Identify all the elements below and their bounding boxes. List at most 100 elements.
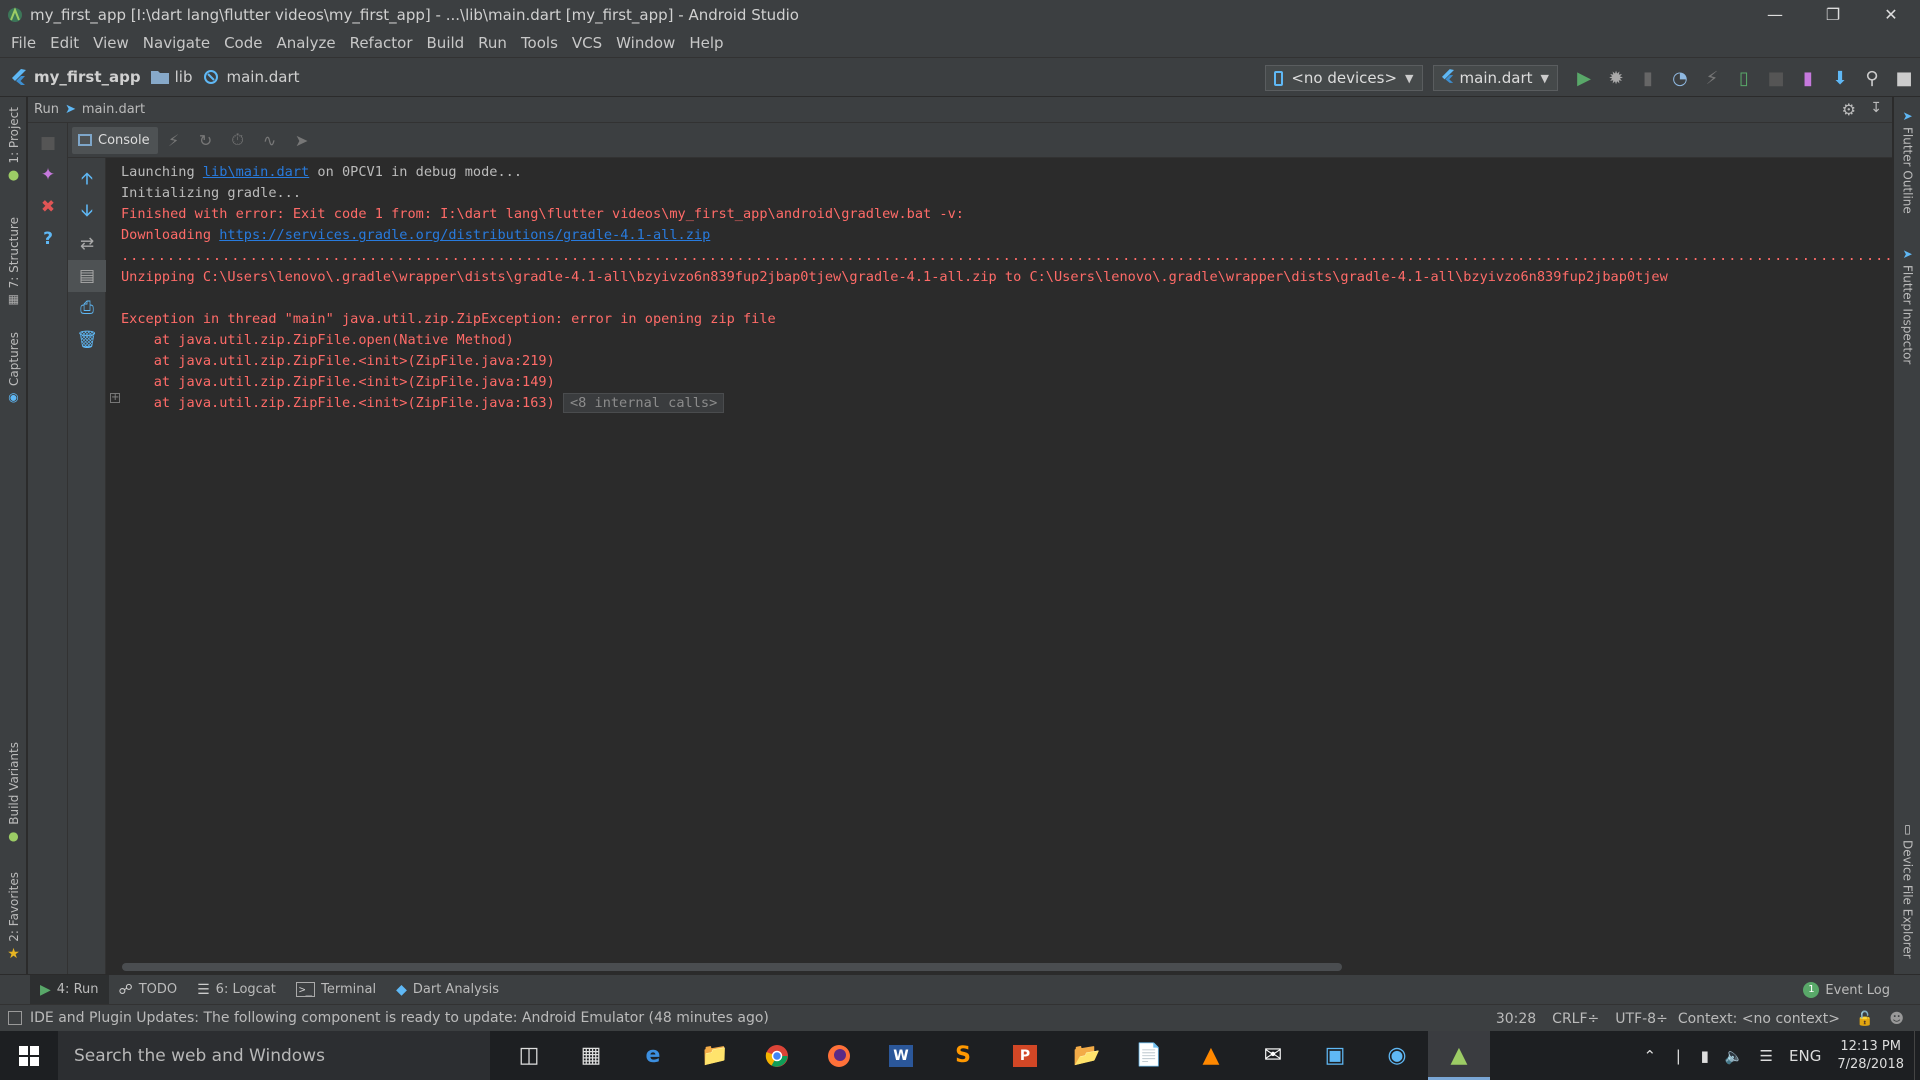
sublime-icon[interactable]: S [932, 1031, 994, 1080]
firefox-icon[interactable] [808, 1031, 870, 1080]
sdk-manager-icon[interactable]: ⬇ [1824, 63, 1856, 93]
context-indicator[interactable]: Context: <no context> [1678, 1011, 1840, 1027]
menu-code[interactable]: Code [217, 29, 269, 57]
expand-fold-icon[interactable]: + [110, 393, 120, 403]
hide-panel-icon[interactable]: ↧ [1870, 100, 1882, 116]
breadcrumb-lib[interactable]: lib [150, 68, 192, 86]
tab-structure[interactable]: 7: Structure ▦ [0, 217, 27, 306]
timer-icon[interactable]: ⏱ [222, 127, 254, 154]
arrow-down-icon[interactable]: 🡫 [68, 196, 106, 228]
hot-restart-icon[interactable]: ↻ [190, 127, 222, 154]
user-icon[interactable]: ■ [1888, 63, 1920, 93]
run-config-selector[interactable]: main.dart ▼ [1432, 65, 1558, 91]
breadcrumb-file[interactable]: main.dart [202, 68, 300, 86]
lock-icon[interactable]: 🔓 [1856, 1011, 1873, 1027]
mail-icon[interactable]: ✉ [1242, 1031, 1304, 1080]
folder-icon[interactable]: 📂 [1056, 1031, 1118, 1080]
notifications-icon[interactable]: ☰ [1760, 1047, 1773, 1065]
close-button[interactable]: ✕ [1862, 0, 1920, 29]
tab-captures[interactable]: Captures ◉ [0, 332, 27, 404]
soft-wrap-icon[interactable]: ⇄ [68, 228, 106, 260]
menu-refactor[interactable]: Refactor [343, 29, 420, 57]
caret-position[interactable]: 30:28 [1496, 1011, 1536, 1027]
windows-start-button[interactable] [0, 1031, 58, 1080]
arrow-up-icon[interactable]: 🡩 [68, 164, 106, 196]
language-indicator[interactable]: ENG [1789, 1047, 1821, 1065]
run-icon[interactable]: ▶ [1568, 63, 1600, 93]
trash-icon[interactable]: 🗑 [68, 324, 106, 356]
line-separator[interactable]: CRLF÷ [1552, 1011, 1599, 1027]
menu-run[interactable]: Run [471, 29, 514, 57]
print-icon[interactable]: ⎙ [68, 292, 106, 324]
apply-changes-icon[interactable]: ▯ [1728, 63, 1760, 93]
search-icon[interactable]: ⚲ [1856, 63, 1888, 93]
tab-run[interactable]: ▶ 4: Run [30, 974, 109, 1005]
coverage-icon[interactable]: ▮ [1632, 63, 1664, 93]
hector-icon[interactable]: ☻ [1889, 1011, 1904, 1027]
hot-reload-icon[interactable]: ⚡ [158, 127, 190, 154]
task-view-icon[interactable]: ◫ [498, 1031, 560, 1080]
tab-device-file-explorer[interactable]: ▯ Device File Explorer [1894, 822, 1920, 959]
profile-icon[interactable]: ◔ [1664, 63, 1696, 93]
help-icon[interactable]: ? [28, 223, 68, 255]
tab-flutter-inspector[interactable]: ➤ Flutter Inspector [1894, 247, 1920, 364]
menu-view[interactable]: View [86, 29, 136, 57]
show-desktop-button[interactable] [1914, 1031, 1920, 1080]
vlc-icon[interactable]: ▲ [1180, 1031, 1242, 1080]
word-icon[interactable]: W [870, 1031, 932, 1080]
scroll-to-end-icon[interactable]: ▤ [68, 260, 106, 292]
stop-icon[interactable]: ■ [28, 127, 68, 159]
menu-analyze[interactable]: Analyze [269, 29, 342, 57]
folded-internal-calls[interactable]: <8 internal calls> [562, 393, 725, 413]
tab-todo[interactable]: ☍ TODO [109, 975, 188, 1005]
tab-project[interactable]: 1: Project ● [0, 107, 27, 183]
menu-window[interactable]: Window [609, 29, 682, 57]
edge-icon[interactable]: e [622, 1031, 684, 1080]
horizontal-scrollbar[interactable] [122, 963, 1342, 971]
store-icon[interactable]: ▦ [560, 1031, 622, 1080]
status-message[interactable]: IDE and Plugin Updates: The following co… [30, 1010, 769, 1026]
file-encoding[interactable]: UTF-8÷ [1615, 1011, 1668, 1027]
battery-icon[interactable]: ▮ [1701, 1047, 1709, 1065]
run-config-name[interactable]: main.dart [82, 102, 145, 117]
avd-manager-icon[interactable]: ▮ [1792, 63, 1824, 93]
file-link[interactable]: lib\main.dart [203, 164, 309, 180]
taskbar-clock[interactable]: 12:13 PM 7/28/2018 [1837, 1038, 1904, 1074]
tab-terminal[interactable]: >_ Terminal [286, 975, 386, 1005]
download-link[interactable]: https://services.gradle.org/distribution… [219, 227, 710, 243]
hot-reload-icon[interactable]: ⚡ [1696, 63, 1728, 93]
menu-edit[interactable]: Edit [43, 29, 86, 57]
close-icon[interactable]: ✖ [28, 191, 68, 223]
menu-tools[interactable]: Tools [514, 29, 565, 57]
status-toggle-icon[interactable] [8, 1011, 22, 1025]
restore-button[interactable]: ❐ [1804, 0, 1862, 29]
menu-file[interactable]: File [4, 29, 43, 57]
debug-icon[interactable]: ✹ [1600, 63, 1632, 93]
performance-icon[interactable]: ∿ [254, 127, 286, 154]
tab-logcat[interactable]: ☰ 6: Logcat [187, 975, 286, 1005]
breadcrumb-project[interactable]: my_first_app [10, 68, 141, 86]
menu-navigate[interactable]: Navigate [136, 29, 217, 57]
tab-build-variants[interactable]: Build Variants ● [0, 742, 27, 843]
file-explorer-icon[interactable]: 📁 [684, 1031, 746, 1080]
control-panel-icon[interactable]: ▣ [1304, 1031, 1366, 1080]
pin-icon[interactable]: ✦ [28, 159, 68, 191]
menu-vcs[interactable]: VCS [565, 29, 609, 57]
wifi-icon[interactable]: ❘ [1672, 1047, 1685, 1065]
inspector-icon[interactable]: ➤ [286, 127, 318, 154]
menu-help[interactable]: Help [682, 29, 730, 57]
browser-app-icon[interactable]: ◉ [1366, 1031, 1428, 1080]
chevron-up-icon[interactable]: ⌃ [1643, 1047, 1656, 1065]
device-selector[interactable]: <no devices> ▼ [1265, 65, 1423, 91]
minimize-button[interactable]: — [1746, 0, 1804, 29]
android-studio-taskbar-icon[interactable]: ▲ [1428, 1031, 1490, 1080]
event-log-tab[interactable]: 1 Event Log [1803, 975, 1890, 1005]
tab-favorites[interactable]: 2: Favorites ★ [0, 872, 27, 962]
menu-build[interactable]: Build [420, 29, 472, 57]
gear-icon[interactable]: ⚙ [1842, 100, 1856, 119]
notepad-icon[interactable]: 📄 [1118, 1031, 1180, 1080]
powerpoint-icon[interactable]: P [994, 1031, 1056, 1080]
tab-console[interactable]: Console [72, 126, 158, 154]
tab-dart-analysis[interactable]: ◆ Dart Analysis [386, 975, 509, 1005]
tab-flutter-outline[interactable]: ➤ Flutter Outline [1894, 109, 1920, 214]
